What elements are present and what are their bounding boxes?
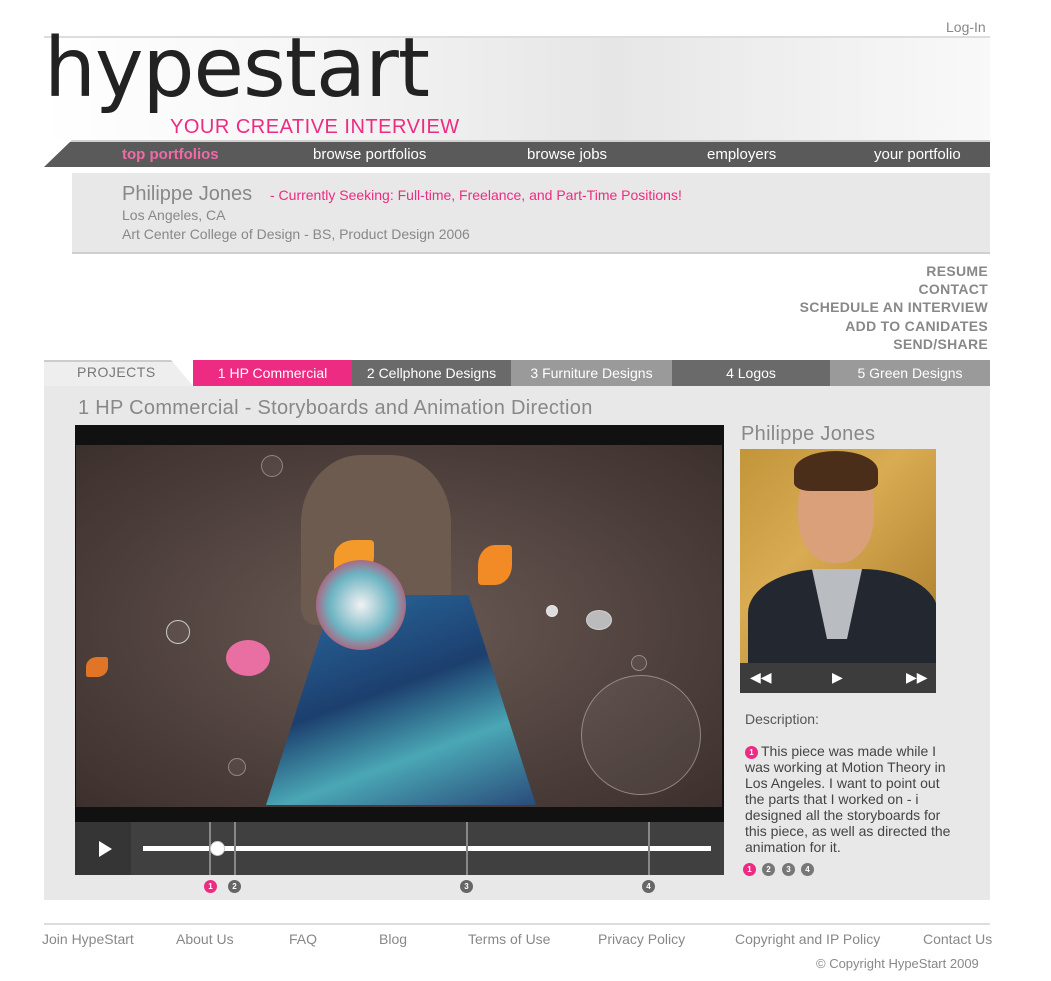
projects-label: PROJECTS — [77, 364, 156, 380]
page-dot-2[interactable]: 2 — [762, 863, 775, 876]
butterfly-shape — [478, 545, 512, 585]
description-text: 1 This piece was made while I was working… — [745, 743, 960, 855]
description-label: Description: — [745, 711, 819, 727]
footer-join[interactable]: Join HypeStart — [42, 931, 134, 947]
marker-line — [466, 822, 468, 875]
bubble-shape — [546, 605, 558, 617]
nav-notch — [44, 140, 72, 167]
page-dot-4[interactable]: 4 — [801, 863, 814, 876]
video-scrubber[interactable] — [143, 846, 711, 851]
description-body: This piece was made while I was working … — [745, 743, 951, 855]
description-number: 1 — [745, 746, 758, 759]
action-links: RESUME CONTACT SCHEDULE AN INTERVIEW ADD… — [780, 262, 988, 353]
marker-dot-1[interactable]: 1 — [204, 880, 217, 893]
play-icon[interactable]: ▶ — [832, 669, 843, 686]
profile-panel: Philippe Jones - Currently Seeking: Full… — [72, 173, 990, 254]
bubble-shape — [631, 655, 647, 671]
bubble-shape — [261, 455, 283, 477]
profile-seeking: - Currently Seeking: Full-time, Freelanc… — [270, 187, 682, 203]
project-title: 1 HP Commercial - Storyboards and Animat… — [78, 397, 593, 419]
nav-top-portfolios[interactable]: top portfolios — [122, 146, 219, 163]
footer-about[interactable]: About Us — [176, 931, 234, 947]
nav-browse-jobs[interactable]: browse jobs — [527, 146, 607, 163]
photo-controls: ◀◀ ▶ ▶▶ — [740, 663, 936, 693]
main-nav: top portfolios browse portfolios browse … — [44, 140, 990, 167]
copyright: © Copyright HypeStart 2009 — [816, 956, 979, 971]
bubble-shape — [586, 610, 612, 630]
footer-copyright-policy[interactable]: Copyright and IP Policy — [735, 931, 880, 947]
page-dot-1[interactable]: 1 — [743, 863, 756, 876]
tab-slant — [171, 360, 193, 386]
contact-link[interactable]: CONTACT — [780, 280, 988, 298]
tab-green-designs[interactable]: 5 Green Designs — [830, 360, 990, 386]
logo[interactable]: hypestart — [44, 28, 430, 110]
bubble-shape — [166, 620, 190, 644]
scrubber-knob[interactable] — [209, 841, 225, 856]
tab-hp-commercial[interactable]: 1 HP Commercial — [193, 360, 352, 386]
lotus-shape — [226, 640, 270, 676]
resume-link[interactable]: RESUME — [780, 262, 988, 280]
photo-hair — [794, 451, 878, 491]
forward-icon[interactable]: ▶▶ — [906, 669, 928, 686]
nav-your-portfolio[interactable]: your portfolio — [874, 146, 961, 163]
tab-furniture-designs[interactable]: 3 Furniture Designs — [511, 360, 672, 386]
rewind-icon[interactable]: ◀◀ — [750, 669, 772, 686]
nav-browse-portfolios[interactable]: browse portfolios — [313, 146, 426, 163]
marker-dot-4[interactable]: 4 — [642, 880, 655, 893]
footer-privacy[interactable]: Privacy Policy — [598, 931, 685, 947]
schedule-interview-link[interactable]: SCHEDULE AN INTERVIEW — [780, 298, 988, 316]
profile-school: Art Center College of Design - BS, Produ… — [122, 226, 470, 242]
page-dot-3[interactable]: 3 — [782, 863, 795, 876]
flower-cluster — [316, 560, 406, 650]
butterfly-shape — [86, 657, 108, 677]
footer-faq[interactable]: FAQ — [289, 931, 317, 947]
bubble-shape — [228, 758, 246, 776]
video-frame — [76, 445, 722, 807]
play-button[interactable] — [75, 822, 131, 875]
footer-divider — [44, 923, 990, 925]
bubble-shape — [581, 675, 701, 795]
marker-dot-3[interactable]: 3 — [460, 880, 473, 893]
marker-line — [648, 822, 650, 875]
profile-photo — [740, 449, 936, 663]
add-to-candidates-link[interactable]: ADD TO CANIDATES — [780, 317, 988, 335]
video-player[interactable] — [75, 425, 724, 822]
marker-dot-2[interactable]: 2 — [228, 880, 241, 893]
profile-name: Philippe Jones — [122, 183, 253, 205]
figure-skirt — [266, 595, 536, 805]
tagline: YOUR CREATIVE INTERVIEW — [170, 116, 460, 138]
video-controls — [75, 822, 724, 875]
sidebar-name: Philippe Jones — [741, 423, 876, 445]
send-share-link[interactable]: SEND/SHARE — [780, 335, 988, 353]
footer-blog[interactable]: Blog — [379, 931, 407, 947]
marker-line — [234, 822, 236, 875]
tab-cellphone-designs[interactable]: 2 Cellphone Designs — [352, 360, 511, 386]
footer-terms[interactable]: Terms of Use — [468, 931, 550, 947]
profile-location: Los Angeles, CA — [122, 207, 226, 223]
tab-logos[interactable]: 4 Logos — [672, 360, 830, 386]
nav-employers[interactable]: employers — [707, 146, 776, 163]
login-link[interactable]: Log-In — [946, 19, 986, 35]
footer-contact[interactable]: Contact Us — [923, 931, 992, 947]
